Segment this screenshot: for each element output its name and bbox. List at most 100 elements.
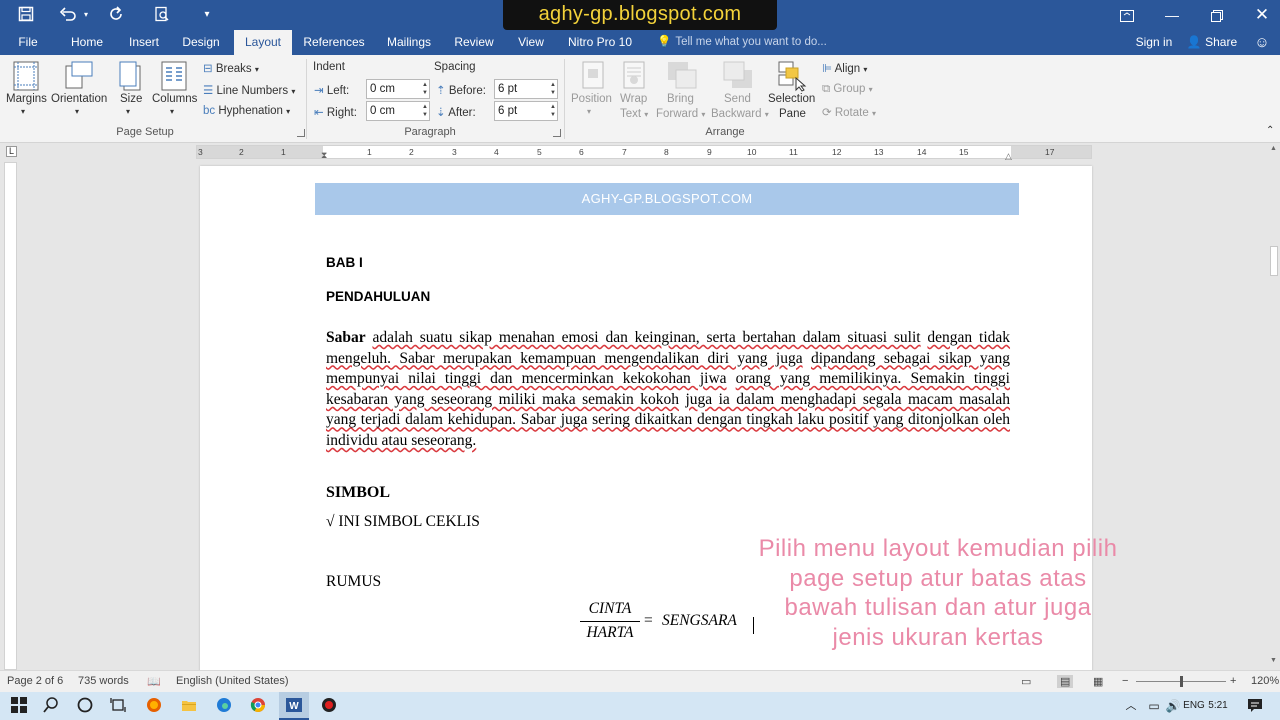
size-dropdown-icon[interactable]: ▾	[126, 107, 130, 116]
ruler-number: 10	[747, 147, 757, 157]
file-explorer-icon[interactable]	[180, 697, 198, 715]
para-lead-word: Sabar	[326, 329, 366, 346]
columns-button[interactable]: Columns	[152, 93, 197, 105]
tab-mailings[interactable]: Mailings	[380, 30, 438, 55]
selection-pane-button[interactable]: Selection	[768, 93, 815, 105]
page-setup-launcher-icon[interactable]	[297, 129, 305, 137]
page-count[interactable]: Page 2 of 6	[7, 675, 63, 687]
edge-icon[interactable]	[215, 697, 233, 715]
show-hidden-icons-icon[interactable]: ︿	[1122, 697, 1140, 715]
spinner-arrows-icon[interactable]: ▲ ▼	[422, 103, 428, 119]
margins-dropdown-icon[interactable]: ▾	[21, 107, 25, 116]
tab-design[interactable]: Design	[176, 30, 226, 55]
group-button: ⧉ Group ▾	[822, 83, 873, 95]
customize-qat-icon[interactable]: ▾	[198, 6, 216, 24]
scroll-down-icon[interactable]: ▼	[1270, 657, 1277, 664]
zoom-out-icon[interactable]: −	[1122, 675, 1128, 687]
close-icon[interactable]: ✕	[1239, 0, 1280, 30]
input-language[interactable]: ENG	[1182, 697, 1206, 715]
ribbon-display-options-icon[interactable]	[1104, 0, 1150, 30]
word-taskbar-button[interactable]: W	[279, 692, 309, 720]
indent-left-input[interactable]: 0 cm ▲ ▼	[366, 79, 430, 99]
size-icon[interactable]	[116, 60, 148, 92]
redo-icon[interactable]	[107, 6, 125, 24]
tab-home[interactable]: Home	[62, 30, 112, 55]
restore-icon[interactable]	[1194, 0, 1240, 30]
spacing-before-input[interactable]: 6 pt ▲ ▼	[494, 79, 558, 99]
windows-start-icon[interactable]	[10, 697, 28, 715]
ruler-number: 1	[367, 147, 372, 157]
spinner-arrows-icon[interactable]: ▲ ▼	[422, 81, 428, 97]
undo-icon[interactable]	[59, 6, 77, 24]
tab-review[interactable]: Review	[449, 30, 499, 55]
spacing-after-input[interactable]: 6 pt ▲ ▼	[494, 101, 558, 121]
orientation-dropdown-icon[interactable]: ▾	[75, 107, 79, 116]
wrap-text-icon	[618, 60, 650, 92]
screen-recorder-icon[interactable]	[320, 697, 338, 715]
tab-file[interactable]: File	[8, 30, 48, 55]
margins-icon[interactable]	[10, 60, 42, 92]
tab-references[interactable]: References	[300, 30, 368, 55]
proofing-icon[interactable]: 📖	[147, 675, 161, 688]
tab-insert[interactable]: Insert	[122, 30, 166, 55]
minimize-icon[interactable]: —	[1149, 0, 1195, 30]
tab-selector-icon[interactable]: L	[6, 146, 17, 157]
scroll-up-icon[interactable]: ▲	[1270, 145, 1277, 152]
zoom-in-icon[interactable]: +	[1230, 675, 1236, 687]
horizontal-ruler[interactable]: 3 2 1 1 2 3 4 5 6 7 8 9 10 11 12 13 14 1…	[196, 145, 1092, 161]
line-numbers-button[interactable]: ☰ Line Numbers ▾	[203, 83, 295, 97]
share-button[interactable]: 👤 Share	[1186, 30, 1238, 55]
search-icon[interactable]	[42, 697, 60, 715]
zoom-slider-thumb[interactable]	[1180, 676, 1183, 687]
breaks-button[interactable]: ⊟ Breaks ▾	[203, 61, 259, 75]
body-paragraph[interactable]: Sabar adalah suatu sikap menahan emosi d…	[326, 328, 1010, 452]
annotation-line: Pilih menu layout kemudian pilih	[758, 535, 1118, 562]
word-count[interactable]: 735 words	[78, 675, 129, 687]
task-view-icon[interactable]	[109, 697, 127, 715]
spinner-arrows-icon[interactable]: ▲ ▼	[550, 103, 556, 119]
firefox-icon[interactable]	[145, 697, 163, 715]
hyphenation-icon: bc	[203, 105, 216, 117]
columns-icon[interactable]	[158, 60, 190, 92]
paragraph-launcher-icon[interactable]	[553, 129, 561, 137]
read-mode-icon[interactable]: ▭	[1021, 675, 1031, 688]
hyphenation-button[interactable]: bc Hyphenation ▾	[203, 105, 290, 117]
tell-me-placeholder: Tell me what you want to do...	[675, 36, 827, 48]
action-center-icon[interactable]	[1246, 697, 1264, 715]
tell-me-box[interactable]: 💡 Tell me what you want to do...	[657, 30, 827, 55]
smiley-feedback-icon[interactable]: ☺	[1252, 30, 1272, 55]
save-icon[interactable]	[17, 6, 35, 24]
language-indicator[interactable]: English (United States)	[176, 675, 289, 687]
selection-pane-icon[interactable]	[776, 60, 808, 92]
clock[interactable]: 5:21	[1205, 697, 1231, 715]
ruler-number: 1	[281, 147, 286, 157]
cortana-icon[interactable]	[76, 697, 94, 715]
chrome-icon[interactable]	[249, 697, 267, 715]
align-button[interactable]: ⊫ Align ▾	[822, 61, 867, 75]
vertical-scrollbar[interactable]: ▲ ▼	[1268, 143, 1280, 670]
undo-dropdown-icon[interactable]: ▾	[81, 6, 91, 24]
battery-icon[interactable]: ▭	[1145, 697, 1163, 715]
selection-pane-button-line2[interactable]: Pane	[779, 108, 806, 120]
orientation-icon[interactable]	[62, 60, 94, 92]
size-button[interactable]: Size	[120, 93, 142, 105]
print-preview-icon[interactable]	[153, 6, 171, 24]
margins-button[interactable]: Margins	[6, 93, 47, 105]
indent-right-input[interactable]: 0 cm ▲ ▼	[366, 101, 430, 121]
columns-dropdown-icon[interactable]: ▾	[170, 107, 174, 116]
scrollbar-thumb[interactable]	[1270, 246, 1278, 276]
zoom-level[interactable]: 120%	[1251, 675, 1279, 687]
tab-nitro-pro[interactable]: Nitro Pro 10	[563, 30, 637, 55]
sign-in-link[interactable]: Sign in	[1131, 30, 1177, 55]
status-bar: Page 2 of 6 735 words 📖 English (United …	[0, 670, 1280, 692]
spinner-arrows-icon[interactable]: ▲ ▼	[550, 81, 556, 97]
ruler-number: 11	[789, 147, 798, 157]
tab-view[interactable]: View	[509, 30, 553, 55]
collapse-ribbon-icon[interactable]: ⌃	[1266, 125, 1274, 136]
orientation-button[interactable]: Orientation	[51, 93, 107, 105]
volume-icon[interactable]: 🔊	[1164, 697, 1182, 715]
web-layout-icon[interactable]: ▦	[1093, 675, 1103, 688]
print-layout-icon[interactable]: ▤	[1057, 675, 1074, 688]
vertical-ruler[interactable]	[4, 162, 17, 670]
tab-layout[interactable]: Layout	[234, 30, 292, 55]
